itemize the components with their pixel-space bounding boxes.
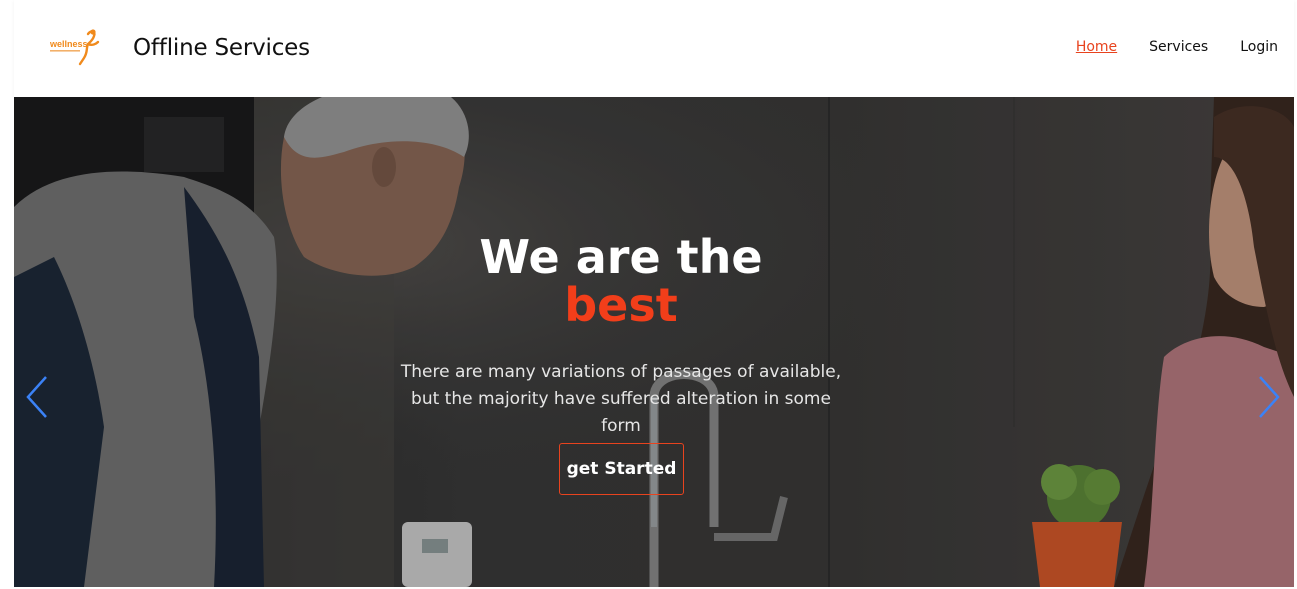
hero-subtitle: There are many variations of passages of… bbox=[400, 362, 842, 436]
logo-mark: wellness bbox=[49, 29, 100, 66]
nav-home-link[interactable]: Home bbox=[1076, 39, 1117, 55]
nav-login-link[interactable]: Login bbox=[1240, 39, 1278, 55]
logo-text: wellness bbox=[49, 39, 88, 49]
chevron-right-icon bbox=[1259, 376, 1280, 418]
carousel-prev-button[interactable] bbox=[24, 375, 50, 419]
chevron-left-icon bbox=[26, 376, 47, 418]
hero-title: We are the bbox=[479, 230, 763, 284]
page: wellness Offline Services Home Services … bbox=[14, 0, 1294, 589]
carousel-next-button[interactable] bbox=[1256, 375, 1282, 419]
get-started-button[interactable]: get Started bbox=[559, 443, 684, 495]
nav-services-link[interactable]: Services bbox=[1149, 39, 1208, 55]
site-title[interactable]: Offline Services bbox=[133, 35, 310, 61]
main-nav: Home Services Login bbox=[1076, 39, 1278, 55]
hero-carousel: We are the best There are many variation… bbox=[14, 97, 1294, 587]
brand-logo[interactable]: wellness bbox=[48, 28, 104, 68]
hero-title-accent: best bbox=[564, 278, 678, 332]
hero-content: We are the best There are many variation… bbox=[14, 97, 1294, 587]
site-header: wellness Offline Services Home Services … bbox=[14, 0, 1294, 97]
